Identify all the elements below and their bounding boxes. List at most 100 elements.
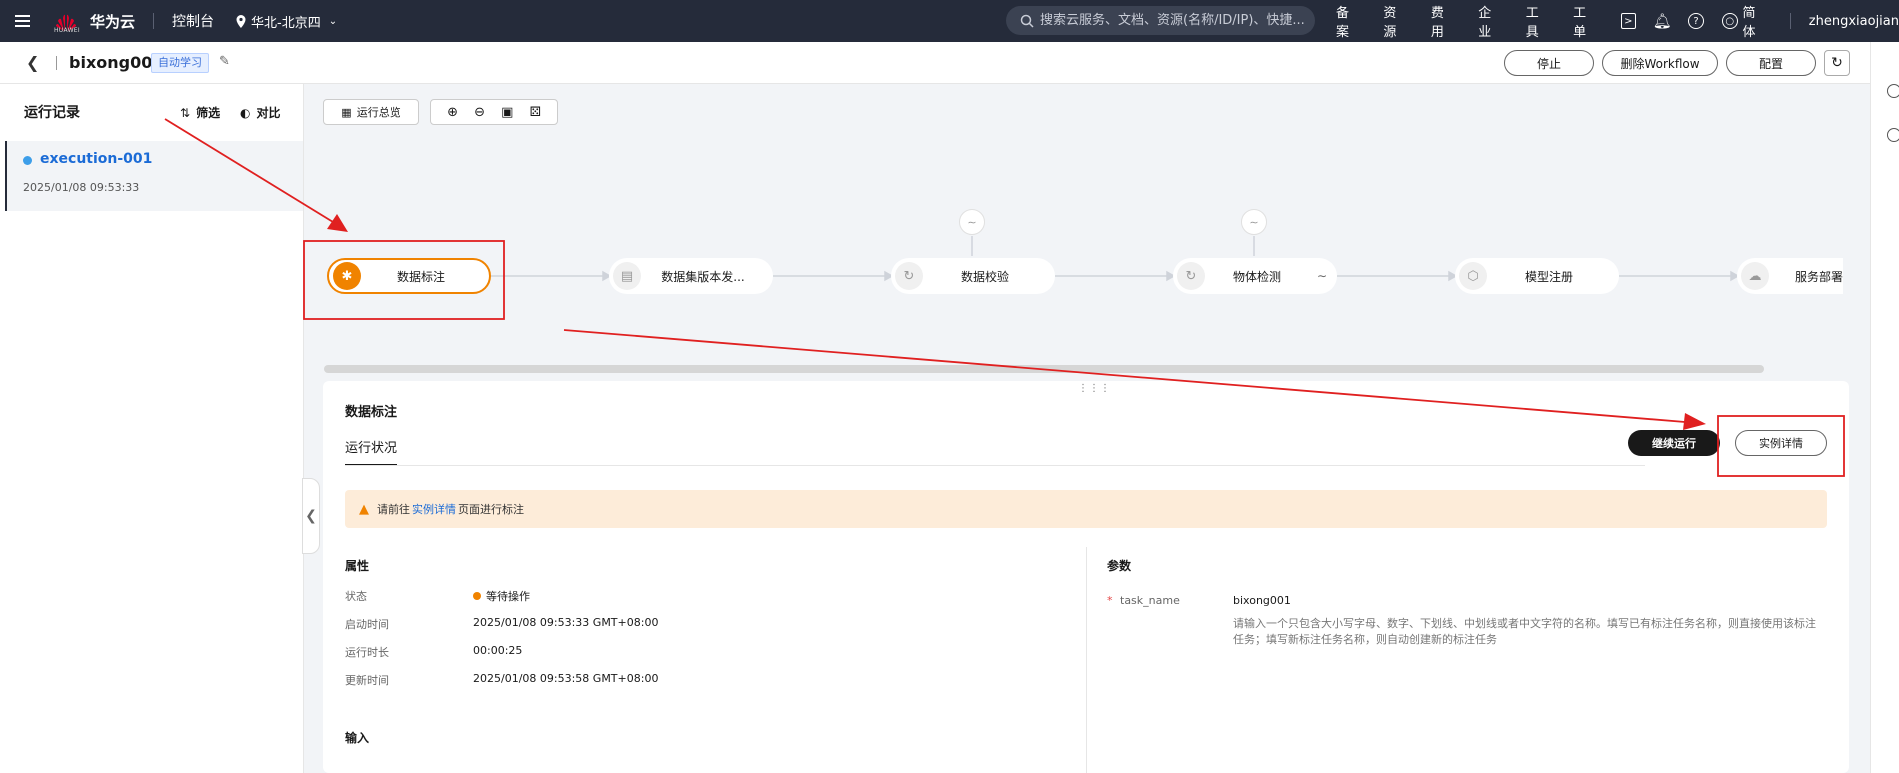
cycle-icon: ↻ [895,262,923,290]
attr-value: 2025/01/08 09:53:33 GMT+08:00 [473,616,659,629]
metrics-chart-icon[interactable]: ∼ [1317,269,1327,283]
edge-layer [491,236,1740,282]
node-label: 物体检测 [1232,269,1281,284]
info-icon[interactable] [1887,84,1899,98]
notice-text-post: 页面进行标注 [458,503,524,516]
filter-button[interactable]: ⇅ 筛选 [180,104,220,121]
workflow-name: bixong001 [69,53,164,72]
delete-workflow-button[interactable]: 删除Workflow [1602,50,1718,76]
collapse-panel-handle[interactable]: ❮ [302,478,320,554]
instance-details-button[interactable]: 实例详情 [1735,430,1827,456]
node-detail-panel: ⋮⋮⋮ 数据标注 运行状况 继续运行 实例详情 ▲ 请前往 实例详情 页面进行标… [323,381,1849,773]
edit-icon[interactable]: ✎ [219,54,230,69]
detail-title: 数据标注 [345,405,398,420]
input-title: 输入 [345,731,370,745]
column-divider [1086,547,1087,773]
help-icon[interactable]: ? [1688,13,1704,29]
compare-button[interactable]: ◐ 对比 [240,104,281,121]
continue-run-button[interactable]: 继续运行 [1628,430,1720,456]
pipeline-node-dataset-version[interactable]: ▤ 数据集版本发... [609,258,773,294]
link-beian[interactable]: 备案 [1336,2,1361,40]
attr-value-status: 等待操作 [473,588,530,604]
chart-icon[interactable]: ∼ [1241,209,1267,235]
divider [1789,13,1791,29]
link-resources[interactable]: 资源 [1383,2,1408,40]
search-input[interactable] [1038,12,1308,29]
node-label: 数据标注 [396,269,445,284]
workflow-canvas: ▦ 运行总览 ⊕ ⊖ ▣ ⚄ ✱ 数据标注 ▤ 数据集版本发... ↻ 数据校验… [305,84,1870,384]
link-billing[interactable]: 费用 [1431,2,1456,40]
region-selector[interactable]: 华北-北京四 ⌄ [236,12,337,31]
location-pin-icon [236,14,246,28]
right-side-rail [1870,42,1899,773]
param-key-text: task_name [1120,594,1180,607]
filter-label: 筛选 [196,106,221,120]
run-history-panel: 运行记录 ⇅ 筛选 ◐ 对比 execution-001 2025/01/08 … [0,84,304,773]
contrast-icon: ◐ [240,105,251,120]
cloud-shell-icon[interactable]: > [1620,13,1637,29]
pipeline-node-data-labeling[interactable]: ✱ 数据标注 [327,258,491,294]
execution-name: execution-001 [40,151,153,167]
node-label: 数据校验 [960,269,1009,284]
attributes-title: 属性 [345,559,370,573]
bell-icon[interactable]: 🔔︎ [1653,12,1672,30]
attr-value: 00:00:25 [473,644,523,657]
attr-key: 启动时间 [345,618,389,631]
required-asterisk: * [1107,594,1113,607]
search-icon [1020,14,1034,28]
attr-key: 更新时间 [345,674,389,687]
link-tickets[interactable]: 工单 [1573,2,1598,40]
info-icon[interactable] [1887,128,1899,142]
menu-icon[interactable] [0,0,44,42]
global-search[interactable] [1006,6,1315,35]
notice-banner: ▲ 请前往 实例详情 页面进行标注 [345,490,1827,528]
loading-spinner-icon: ✱ [333,262,361,290]
tab-underline [345,465,1645,466]
execution-list-item[interactable]: execution-001 2025/01/08 09:53:33 [5,141,303,211]
pipeline-node-object-detection[interactable]: ↻ 物体检测 ∼ [1173,258,1337,294]
status-text: 等待操作 [486,590,530,603]
compare-label: 对比 [256,106,281,120]
pipeline-node-model-register[interactable]: ⬡ 模型注册 [1455,258,1619,294]
refresh-icon[interactable]: ↻ [1824,50,1850,76]
param-description: 请输入一个只包含大小写字母、数字、下划线、中划线或者中文字符的名称。填写已有标注… [1233,617,1816,646]
node-label: 数据集版本发... [661,269,745,284]
language-label: 简体 [1742,6,1756,40]
cube-icon: ⬡ [1459,262,1487,290]
brand-name: 华为云 [90,12,136,31]
link-tools[interactable]: 工具 [1526,2,1551,40]
language-selector[interactable]: ○ 简体 [1721,2,1768,40]
config-button[interactable]: 配置 [1726,50,1816,76]
pipeline-node-service-deploy[interactable]: ☁ 服务部署 [1737,258,1843,294]
notice-text-pre: 请前往 [377,503,410,516]
param-value: bixong001 [1233,594,1291,607]
drag-handle-icon[interactable]: ⋮⋮⋮ [1078,383,1111,394]
user-menu[interactable]: zhengxiaojian [1809,14,1899,29]
cycle-icon: ↻ [1177,262,1205,290]
link-enterprise[interactable]: 企业 [1478,2,1503,40]
chevron-down-icon: ⌄ [328,15,338,27]
horizontal-scrollbar[interactable] [324,365,1764,373]
instance-details-link[interactable]: 实例详情 [412,501,456,517]
tab-run-status[interactable]: 运行状况 [345,437,398,466]
stop-button[interactable]: 停止 [1504,50,1594,76]
workflow-header: ❮ bixong001 自动学习 ✎ 停止 删除Workflow 配置 ↻ [0,42,1870,84]
pipeline-node-data-validation[interactable]: ↻ 数据校验 [891,258,1055,294]
console-link[interactable]: 控制台 [172,11,214,31]
back-arrow-icon[interactable]: ❮ [26,53,39,72]
warning-icon: ▲ [359,501,369,517]
run-history-title: 运行记录 [24,105,80,121]
globe-icon: ○ [1721,13,1738,29]
status-dot [473,592,481,600]
params-title: 参数 [1107,559,1132,573]
brand-sub: HUAWEI [54,27,80,34]
divider [153,13,155,29]
filter-icon: ⇅ [180,105,191,120]
divider [56,56,57,70]
chart-icon[interactable]: ∼ [959,209,985,235]
attr-value: 2025/01/08 09:53:58 GMT+08:00 [473,672,659,685]
node-label: 服务部署 [1794,269,1843,284]
dataset-icon: ▤ [613,262,641,290]
region-label: 华北-北京四 [251,15,321,31]
status-dot [23,156,32,165]
